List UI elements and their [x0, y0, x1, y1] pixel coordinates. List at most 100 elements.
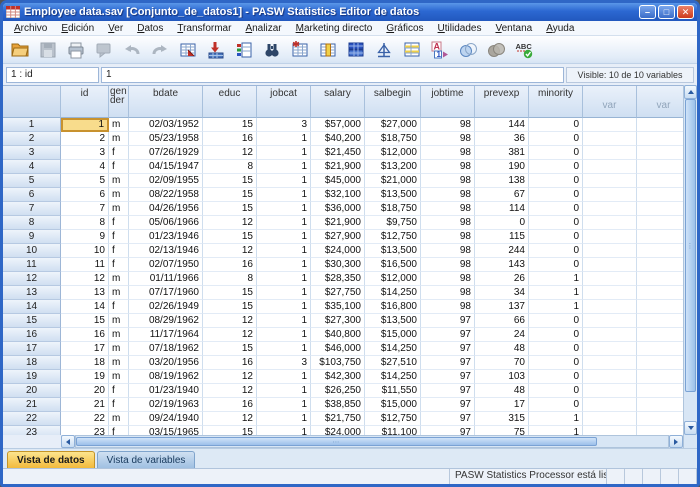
cell[interactable]: 1 [529, 300, 583, 314]
row-header-5[interactable]: 5 [3, 174, 61, 188]
minimize-button[interactable]: – [639, 5, 656, 19]
row-header-11[interactable]: 11 [3, 258, 61, 272]
cell[interactable]: 381 [475, 146, 529, 160]
cell[interactable]: 0 [529, 146, 583, 160]
cell[interactable]: 05/23/1958 [129, 132, 203, 146]
use-variable-sets-button[interactable] [455, 38, 481, 62]
cell[interactable]: 97 [421, 370, 475, 384]
cell[interactable]: 15 [203, 300, 257, 314]
cell[interactable]: $13,500 [365, 188, 421, 202]
cell[interactable]: 1 [257, 244, 311, 258]
cell[interactable]: 15 [203, 202, 257, 216]
cell[interactable] [637, 160, 683, 174]
cell[interactable] [637, 356, 683, 370]
cell[interactable]: 12 [61, 272, 109, 286]
cell[interactable]: 07/18/1962 [129, 342, 203, 356]
cell[interactable] [583, 146, 637, 160]
column-header-salary[interactable]: salary [311, 86, 365, 118]
cell[interactable]: $45,000 [311, 174, 365, 188]
cell[interactable]: 0 [529, 356, 583, 370]
cell[interactable] [637, 272, 683, 286]
cell[interactable]: 1 [257, 216, 311, 230]
menu-gr-ficos[interactable]: Gráficos [379, 23, 430, 34]
cell[interactable]: $16,500 [365, 258, 421, 272]
cell[interactable] [583, 342, 637, 356]
menu-edici-n[interactable]: Edición [54, 23, 101, 34]
cell[interactable]: 07/26/1929 [129, 146, 203, 160]
cell[interactable]: 15 [203, 174, 257, 188]
cell[interactable]: 01/11/1966 [129, 272, 203, 286]
scroll-left-arrow[interactable] [61, 435, 75, 448]
cell[interactable]: $35,100 [311, 300, 365, 314]
cell[interactable] [583, 370, 637, 384]
cell[interactable]: 1 [257, 328, 311, 342]
cell[interactable]: $40,800 [311, 328, 365, 342]
cell[interactable]: 0 [529, 230, 583, 244]
close-button[interactable]: ✕ [677, 5, 694, 19]
cell[interactable] [637, 258, 683, 272]
cell[interactable]: f [109, 160, 129, 174]
cell[interactable]: $15,000 [365, 328, 421, 342]
insert-variable-button[interactable] [315, 38, 341, 62]
cell[interactable]: 114 [475, 202, 529, 216]
menu-ver[interactable]: Ver [101, 23, 130, 34]
cell[interactable]: 1 [257, 202, 311, 216]
cell[interactable]: 7 [61, 202, 109, 216]
cell[interactable]: 1 [529, 286, 583, 300]
cell[interactable]: $26,250 [311, 384, 365, 398]
cell[interactable]: 0 [475, 216, 529, 230]
cell[interactable]: 98 [421, 272, 475, 286]
cell[interactable]: 20 [61, 384, 109, 398]
cell[interactable]: 1 [257, 398, 311, 412]
cell[interactable]: 12 [203, 370, 257, 384]
cell[interactable]: $12,000 [365, 272, 421, 286]
cell[interactable]: $32,100 [311, 188, 365, 202]
cell[interactable] [583, 412, 637, 426]
column-header-var-1[interactable]: var [583, 86, 637, 118]
cell[interactable]: 14 [61, 300, 109, 314]
cell[interactable]: m [109, 370, 129, 384]
tab-vista-de-datos[interactable]: Vista de datos [7, 451, 95, 468]
row-header-19[interactable]: 19 [3, 370, 61, 384]
cell[interactable]: 11 [61, 258, 109, 272]
cell[interactable]: 08/22/1958 [129, 188, 203, 202]
cell[interactable]: 34 [475, 286, 529, 300]
cell[interactable] [637, 426, 683, 435]
cell[interactable]: $12,750 [365, 412, 421, 426]
cell[interactable]: m [109, 272, 129, 286]
cell[interactable]: 2 [61, 132, 109, 146]
cell[interactable]: 98 [421, 230, 475, 244]
row-header-15[interactable]: 15 [3, 314, 61, 328]
cell[interactable]: 1 [257, 132, 311, 146]
row-header-9[interactable]: 9 [3, 230, 61, 244]
variables-button[interactable] [231, 38, 257, 62]
cell[interactable]: 1 [257, 258, 311, 272]
cell[interactable] [583, 202, 637, 216]
cell[interactable] [637, 314, 683, 328]
cell[interactable]: 98 [421, 160, 475, 174]
cell[interactable]: 0 [529, 174, 583, 188]
weight-cases-button[interactable] [371, 38, 397, 62]
cell[interactable]: $40,200 [311, 132, 365, 146]
cell[interactable]: 12 [203, 244, 257, 258]
cell[interactable]: f [109, 230, 129, 244]
cell[interactable] [637, 286, 683, 300]
cell[interactable]: 137 [475, 300, 529, 314]
cell[interactable]: 0 [529, 384, 583, 398]
cell[interactable]: 1 [257, 188, 311, 202]
cell[interactable]: 115 [475, 230, 529, 244]
vertical-scroll-track[interactable]: ⋮ [684, 99, 697, 421]
cell[interactable]: f [109, 384, 129, 398]
cell[interactable]: $9,750 [365, 216, 421, 230]
cell[interactable]: 02/09/1955 [129, 174, 203, 188]
column-header-jobcat[interactable]: jobcat [257, 86, 311, 118]
cell[interactable]: m [109, 286, 129, 300]
cell[interactable]: 16 [203, 398, 257, 412]
cell[interactable] [637, 328, 683, 342]
cell[interactable]: 15 [203, 342, 257, 356]
cell[interactable]: m [109, 202, 129, 216]
cell[interactable]: 8 [203, 272, 257, 286]
cell[interactable]: 98 [421, 202, 475, 216]
cell[interactable] [637, 202, 683, 216]
cell[interactable]: 15 [203, 118, 257, 132]
